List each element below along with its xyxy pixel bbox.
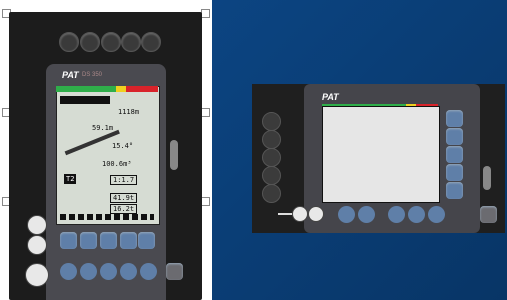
info-button[interactable] — [358, 206, 375, 223]
horn-icon[interactable] — [27, 235, 47, 255]
softkey-1[interactable] — [60, 232, 77, 249]
pat-logo: PAT — [322, 92, 339, 102]
right-softkey-3[interactable] — [446, 146, 463, 163]
right-softkey-4[interactable] — [446, 164, 463, 181]
yellow-status-bar — [116, 86, 126, 92]
top-button-1[interactable] — [59, 32, 79, 52]
left-button-1[interactable] — [262, 112, 281, 131]
side-key[interactable] — [480, 206, 497, 223]
side-key[interactable] — [166, 263, 183, 280]
top-button-5[interactable] — [141, 32, 161, 52]
load-bargraph — [60, 96, 110, 104]
lcd-screen — [322, 106, 440, 203]
lcd-value: 1118m — [118, 108, 140, 116]
warning-icon[interactable] — [292, 206, 308, 222]
pat-logo: PAT — [62, 70, 79, 80]
top-button-2[interactable] — [80, 32, 100, 52]
lcd-value: 16.2t — [110, 204, 138, 214]
resize-handle[interactable] — [201, 9, 210, 18]
warning-icon[interactable] — [27, 215, 47, 235]
function-key-4[interactable] — [408, 206, 425, 223]
top-button-4[interactable] — [121, 32, 141, 52]
info-button[interactable] — [80, 263, 97, 280]
right-softkey-2[interactable] — [446, 128, 463, 145]
function-key-3[interactable] — [388, 206, 405, 223]
indicator-light — [483, 166, 491, 190]
left-button-3[interactable] — [262, 148, 281, 167]
softkey-2[interactable] — [80, 232, 97, 249]
lcd-softkey-bar — [60, 214, 154, 220]
resize-handle[interactable] — [201, 108, 210, 117]
left-button-2[interactable] — [262, 130, 281, 149]
indicator-light — [170, 140, 178, 170]
red-status-bar — [126, 86, 158, 92]
left-button-4[interactable] — [262, 166, 281, 185]
lcd-value: 1:1.7 — [110, 175, 138, 185]
softkey-3[interactable] — [100, 232, 117, 249]
lcd-mode: T2 — [64, 174, 77, 184]
resize-handle[interactable] — [201, 197, 210, 206]
lcd-value: 100.6m³ — [102, 160, 132, 168]
top-button-3[interactable] — [101, 32, 121, 52]
lcd-value: 15.4° — [112, 142, 134, 150]
softkey-4[interactable] — [120, 232, 137, 249]
function-key-4[interactable] — [120, 263, 137, 280]
green-status-bar — [56, 86, 116, 92]
function-key-5[interactable] — [428, 206, 445, 223]
function-key-5[interactable] — [140, 263, 157, 280]
function-key-1[interactable] — [60, 263, 77, 280]
softkey-5[interactable] — [138, 232, 155, 249]
lcd-screen — [56, 86, 160, 225]
power-icon[interactable] — [25, 263, 49, 287]
model-label: DS 350 — [82, 72, 103, 78]
left-button-5[interactable] — [262, 184, 281, 203]
right-softkey-1[interactable] — [446, 110, 463, 127]
lcd-value: 41.9t — [110, 193, 138, 203]
function-key-1[interactable] — [338, 206, 355, 223]
right-softkey-5[interactable] — [446, 182, 463, 199]
horn-icon[interactable] — [308, 206, 324, 222]
function-key-3[interactable] — [100, 263, 117, 280]
